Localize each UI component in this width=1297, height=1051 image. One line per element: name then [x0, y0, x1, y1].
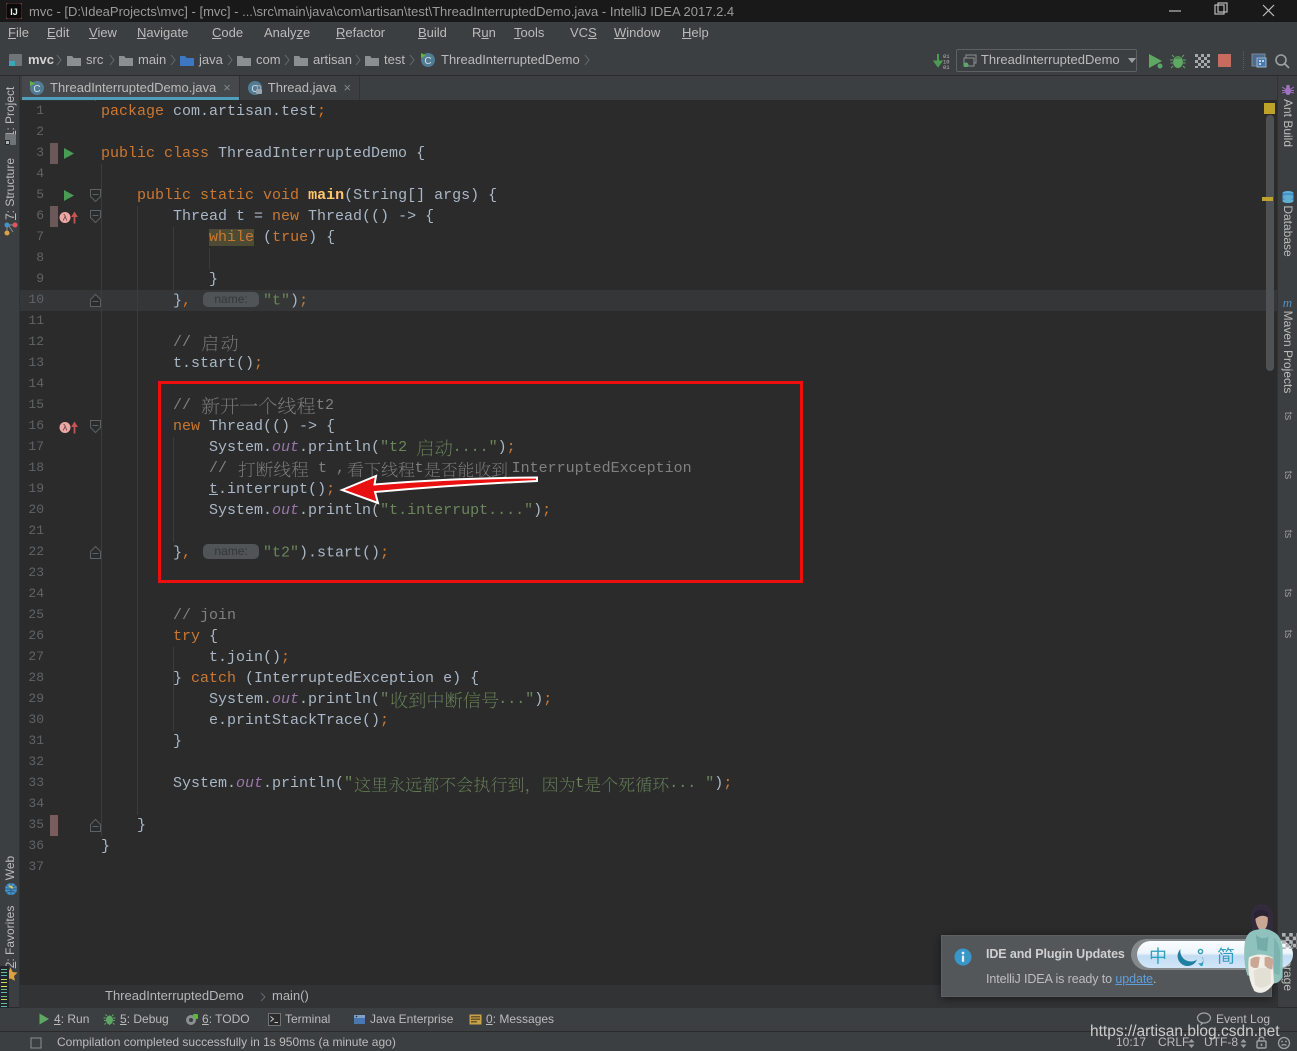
svg-text:λ: λ — [63, 213, 68, 223]
svg-text:01: 01 — [943, 64, 950, 69]
svg-text:IJ: IJ — [10, 7, 18, 17]
svg-text:C: C — [424, 56, 431, 67]
svg-text:λ: λ — [63, 423, 68, 433]
svg-text:m: m — [1283, 296, 1292, 309]
svg-text:C: C — [33, 84, 40, 95]
